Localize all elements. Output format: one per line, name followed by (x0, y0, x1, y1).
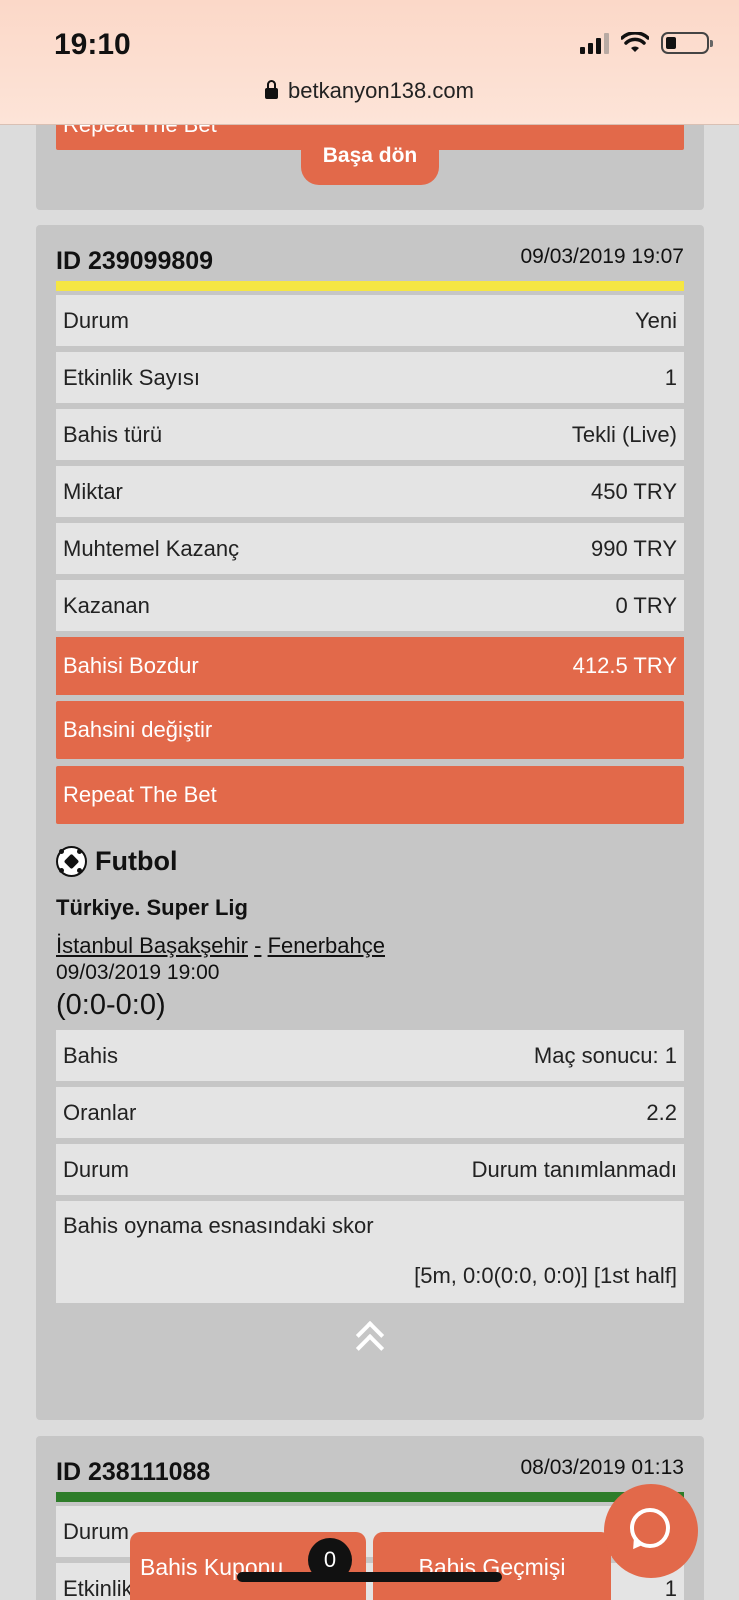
table-row: Etkinlik Sayısı 1 (56, 352, 684, 403)
bet-date: 09/03/2019 19:07 (520, 245, 685, 268)
url-bar[interactable]: betkanyon138.com (0, 78, 739, 104)
bet-history-tab[interactable]: Bahis Geçmişi (373, 1532, 611, 1600)
table-row: Miktar 450 TRY (56, 466, 684, 517)
cashout-value: 412.5 TRY (572, 653, 677, 678)
table-row: Bahis Maç sonucu: 1 (56, 1030, 684, 1081)
bet-card-header: ID 239099809 09/03/2019 19:07 (56, 225, 684, 281)
match-date: 09/03/2019 19:00 (56, 961, 220, 984)
match-score: (0:0-0:0) (56, 989, 166, 1021)
status-icons (580, 32, 713, 54)
away-team-link[interactable]: Fenerbahçe (268, 933, 385, 958)
bet-card-header: ID 238111088 08/03/2019 01:13 (56, 1436, 684, 1492)
cashout-button[interactable]: Bahisi Bozdur 412.5 TRY (56, 637, 684, 695)
team-separator: - (254, 933, 262, 958)
bet-card: ID 239099809 09/03/2019 19:07 Durum Yeni … (36, 225, 704, 1420)
chat-button[interactable] (604, 1484, 698, 1578)
bet-date: 08/03/2019 01:13 (520, 1456, 685, 1479)
change-bet-button[interactable]: Bahsini değiştir (56, 701, 684, 759)
bet-status-line (56, 281, 684, 291)
table-row: Durum Durum tanımlanmadı (56, 1144, 684, 1195)
sport-heading: Futbol (56, 846, 684, 877)
browser-top-bar: 19:10 betkanyon138.com (0, 0, 739, 125)
bet-details: Bahis Maç sonucu: 1 Oranlar 2.2 Durum Durum… (56, 1030, 684, 1303)
league-name: Türkiye. Super Lig (56, 895, 248, 920)
home-indicator[interactable] (237, 1572, 502, 1582)
soccer-ball-icon (56, 846, 87, 877)
home-team-link[interactable]: İstanbul Başakşehir (56, 933, 248, 958)
bet-id: ID 238111088 (56, 1458, 211, 1486)
table-row: Bahis oynama esnasındaki skor [5m, 0:0(0… (56, 1201, 684, 1303)
bet-summary: Durum Yeni Etkinlik Sayısı 1 Bahis türü Tek… (56, 295, 684, 824)
lock-icon (265, 80, 279, 99)
wifi-icon (621, 32, 649, 52)
table-row: Kazanan 0 TRY (56, 580, 684, 631)
bet-id: ID 239099809 (56, 247, 214, 275)
repeat-bet-button[interactable]: Repeat The Bet (56, 766, 684, 824)
sport-name: Futbol (95, 846, 178, 876)
bet-coupon-tab[interactable]: Bahis Kuponu 0 (130, 1532, 366, 1600)
status-time: 19:10 (54, 28, 131, 61)
cellular-signal-icon (580, 32, 609, 54)
url-text: betkanyon138.com (288, 78, 474, 103)
table-row: Muhtemel Kazanç 990 TRY (56, 523, 684, 574)
bet-status-line (56, 1492, 684, 1502)
battery-icon (661, 32, 713, 54)
table-row: Durum Yeni (56, 295, 684, 346)
table-row: Oranlar 2.2 (56, 1087, 684, 1138)
table-row: Bahis türü Tekli (Live) (56, 409, 684, 460)
collapse-button[interactable] (36, 1320, 704, 1363)
match-teams: İstanbul Başakşehir - Fenerbahçe (56, 933, 684, 959)
back-to-top-button[interactable]: Başa dön (301, 133, 439, 185)
cashout-label: Bahisi Bozdur (63, 653, 199, 678)
